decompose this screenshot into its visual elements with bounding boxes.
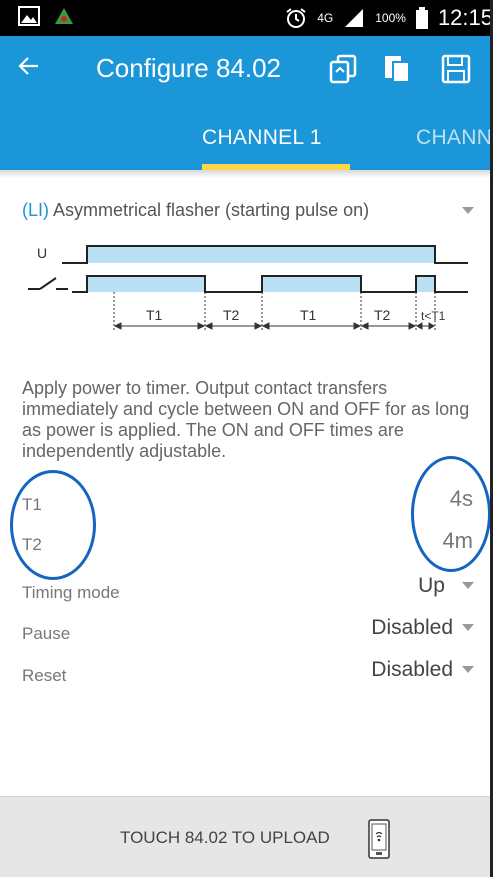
interval-label-5: t<T1 xyxy=(421,309,446,323)
signal-icon xyxy=(345,9,364,27)
pause-dropdown-arrow[interactable] xyxy=(462,624,474,631)
function-description: Apply power to timer. Output contact tra… xyxy=(22,378,470,461)
status-bar: 4G 100% 12:15 xyxy=(0,0,493,36)
divider-shadow xyxy=(0,170,493,178)
network-type: 4G xyxy=(317,11,334,25)
supply-on-bar xyxy=(88,247,434,263)
image-icon xyxy=(18,6,40,26)
nfc-phone-icon xyxy=(368,819,390,859)
interval-label-4: T2 xyxy=(374,307,391,323)
tab-channel-2[interactable]: CHANNEL 2 xyxy=(416,126,493,150)
tab-channel-1[interactable]: CHANNEL 1 xyxy=(202,126,322,150)
interval-label-3: T1 xyxy=(300,307,317,323)
save-icon[interactable] xyxy=(438,52,472,86)
function-selector[interactable]: (LI) Asymmetrical flasher (starting puls… xyxy=(22,200,482,221)
back-button[interactable] xyxy=(18,50,40,86)
output-on-bar-1 xyxy=(88,277,205,292)
page-title: Configure 84.02 xyxy=(96,53,282,83)
battery-percent: 100% xyxy=(375,11,406,25)
pause-label: Pause xyxy=(22,624,71,643)
reset-label: Reset xyxy=(22,666,67,685)
arrow-left-icon xyxy=(18,57,38,75)
timing-mode-label: Timing mode xyxy=(22,583,120,602)
warning-app-icon xyxy=(55,8,73,24)
upload-instruction: TOUCH 84.02 TO UPLOAD xyxy=(120,828,330,847)
interval-label-2: T2 xyxy=(223,307,240,323)
paste-icon[interactable] xyxy=(380,52,414,86)
function-name: Asymmetrical flasher (starting pulse on) xyxy=(53,200,370,220)
timing-mode-select[interactable]: Up xyxy=(418,574,445,598)
alarm-icon xyxy=(286,8,306,28)
pause-select[interactable]: Disabled xyxy=(371,616,453,640)
clock: 12:15 xyxy=(437,5,493,30)
output-on-bar-3 xyxy=(416,277,435,292)
timing-diagram: U T1 T2 T1 T2 t<T1 xyxy=(28,245,468,332)
supply-label: U xyxy=(37,245,47,261)
upload-bar[interactable]: TOUCH 84.02 TO UPLOAD xyxy=(0,796,493,877)
function-dropdown-arrow[interactable] xyxy=(462,207,474,214)
timing-mode-dropdown-arrow[interactable] xyxy=(462,582,474,589)
channel-tabs: CHANNEL 1 CHANNEL 2 xyxy=(0,102,493,170)
interval-label-1: T1 xyxy=(146,307,163,323)
output-on-bar-2 xyxy=(262,277,361,292)
battery-icon xyxy=(415,7,428,29)
function-code: (LI) xyxy=(22,200,49,220)
annotation-circle-values xyxy=(411,456,491,572)
app-bar: Configure 84.02 xyxy=(0,36,493,102)
copy-icon[interactable] xyxy=(326,52,360,86)
annotation-circle-labels xyxy=(10,470,96,580)
contact-symbol-icon xyxy=(28,277,68,290)
content-area: (LI) Asymmetrical flasher (starting puls… xyxy=(0,170,493,796)
reset-dropdown-arrow[interactable] xyxy=(462,666,474,673)
reset-select[interactable]: Disabled xyxy=(371,658,453,682)
interval-dimension-arrows xyxy=(113,322,435,330)
